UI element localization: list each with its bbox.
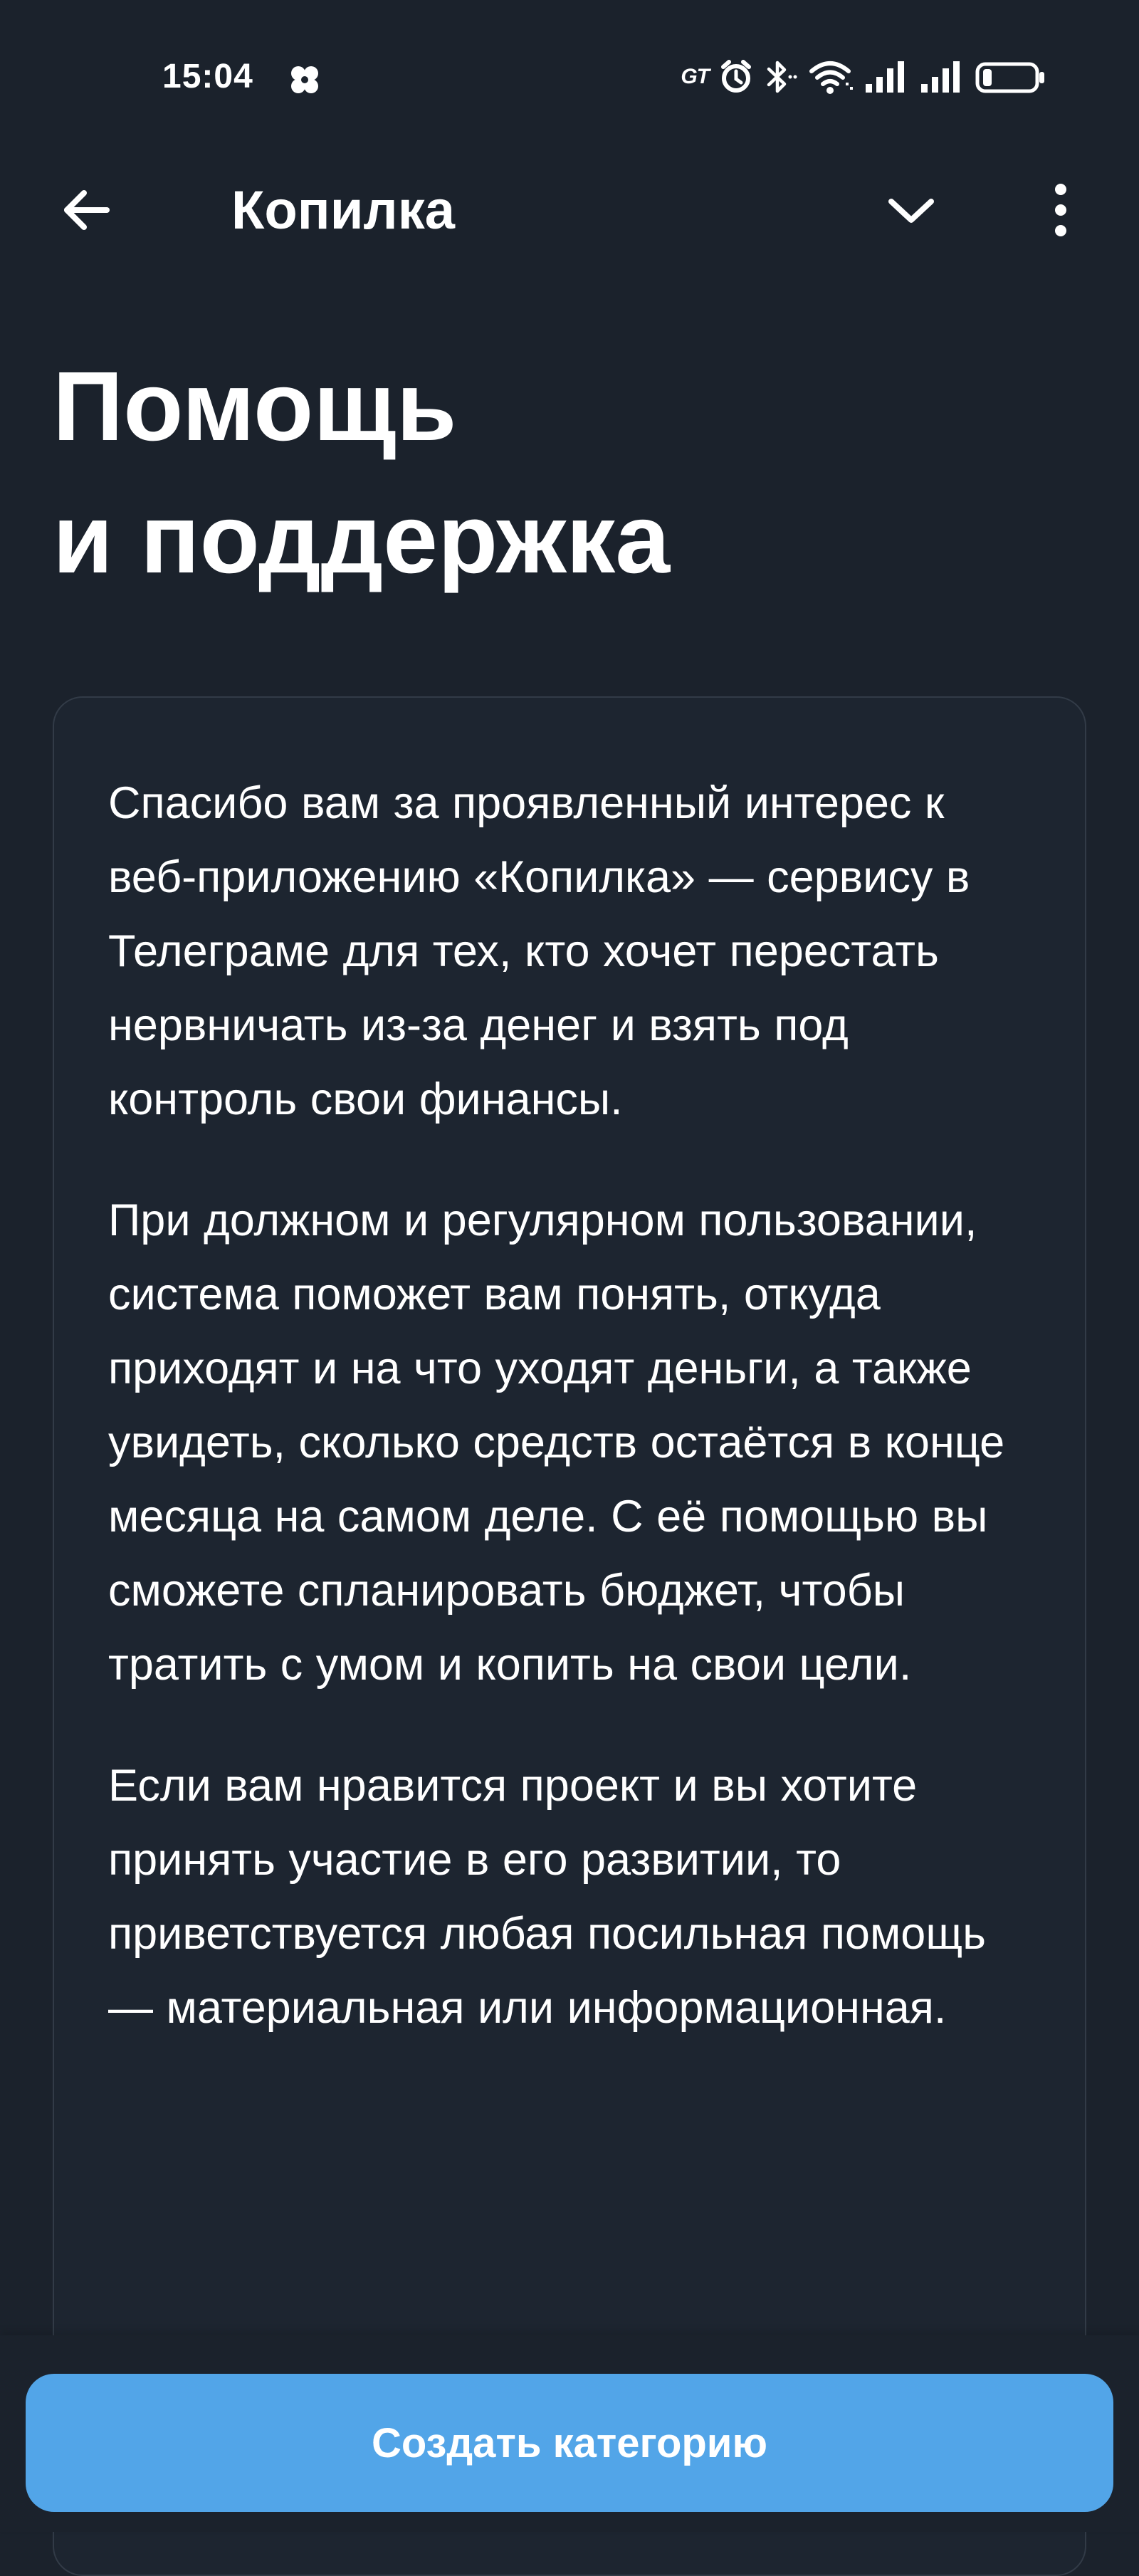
more-menu-button[interactable]: [1025, 174, 1096, 246]
help-info-card: Спасибо вам за проявленный интерес к веб…: [53, 696, 1086, 2576]
status-bar: 15:04 GT: [0, 0, 1139, 157]
wifi-icon: [809, 61, 853, 94]
collapse-button[interactable]: [876, 174, 947, 246]
page-title-line: и поддержка: [53, 484, 671, 594]
create-category-button[interactable]: Создать категорию: [26, 2374, 1113, 2512]
clover-icon: [291, 66, 318, 93]
page-title: Помощь и поддержка: [53, 340, 1049, 605]
status-time: 15:04: [162, 58, 253, 95]
signal-icon: [866, 61, 904, 93]
page-title-line: Помощь: [53, 352, 457, 461]
status-indicators: GT: [681, 56, 1046, 98]
bottom-action-bar: Создать категорию: [0, 2335, 1139, 2532]
app-bar-title: Копилка: [231, 180, 456, 241]
signal-icon: [921, 61, 960, 93]
more-vertical-icon: [1055, 184, 1066, 236]
chevron-down-icon: [888, 199, 934, 223]
carrier-badge: GT: [681, 65, 710, 88]
battery-icon: [975, 62, 1044, 93]
support-paragraph: Если вам нравится проект и вы хотите при…: [108, 1761, 986, 2033]
app-bar: Копилка: [0, 157, 1139, 263]
intro-paragraph: Спасибо вам за проявленный интерес к веб…: [108, 778, 970, 1124]
usage-paragraph: При должном и регулярном пользовании, си…: [108, 1195, 1005, 1690]
arrow-left-icon: [64, 190, 110, 230]
alarm-icon: [721, 60, 751, 93]
bluetooth-icon: [767, 61, 797, 93]
back-button[interactable]: [50, 174, 121, 246]
